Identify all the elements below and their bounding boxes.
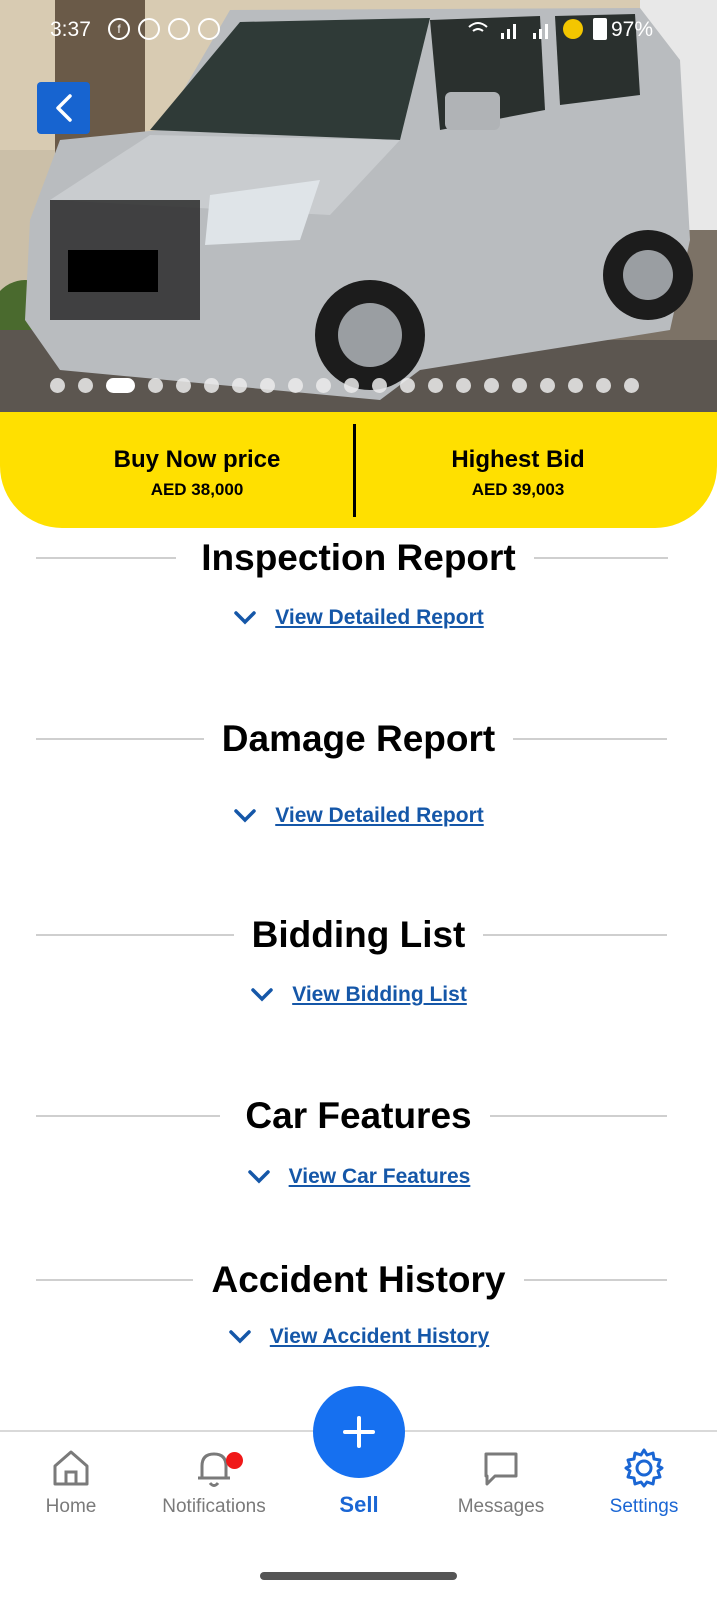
chevron-left-icon	[55, 94, 72, 122]
car-photo-carousel[interactable]: 3:37 f 97%	[0, 0, 717, 420]
view-accident-history-link[interactable]: View Accident History	[270, 1325, 489, 1349]
carousel-dot[interactable]	[428, 378, 443, 393]
divider-line	[505, 1279, 667, 1281]
highest-bid-value: AED 39,003	[471, 480, 565, 499]
system-icons	[467, 18, 607, 40]
divider-line	[36, 1115, 220, 1117]
plus-icon	[343, 1416, 375, 1448]
car-photo	[0, 0, 717, 420]
carousel-dot[interactable]	[232, 378, 247, 393]
carousel-dot[interactable]	[568, 378, 583, 393]
home-indicator[interactable]	[260, 1572, 457, 1580]
nav-notifications[interactable]: Notifications	[144, 1446, 284, 1518]
back-button[interactable]	[37, 82, 90, 134]
chevron-down-icon	[234, 809, 256, 823]
carousel-dot[interactable]	[456, 378, 471, 393]
status-bar: 3:37 f 97%	[0, 14, 717, 46]
divider-line	[36, 738, 208, 740]
chevron-down-icon	[229, 1330, 251, 1344]
divider-line	[36, 1279, 199, 1281]
sell-button[interactable]	[313, 1386, 405, 1478]
section-title: Damage Report	[203, 716, 514, 762]
battery-icon	[593, 18, 607, 40]
carousel-dot[interactable]	[512, 378, 527, 393]
nav-notifications-label: Notifications	[162, 1496, 266, 1517]
nav-messages-label: Messages	[457, 1496, 545, 1517]
carousel-dot[interactable]	[624, 378, 639, 393]
view-car-features-toggle[interactable]: View Car Features	[0, 1165, 717, 1189]
battery-percent: 97%	[610, 18, 653, 41]
tiktok-icon	[198, 18, 220, 40]
instagram-icon	[138, 18, 160, 40]
carousel-dot[interactable]	[176, 378, 191, 393]
carousel-dot[interactable]	[204, 378, 219, 393]
price-banner: Buy Now price AED 38,000 Highest Bid AED…	[0, 412, 717, 528]
nav-home-label: Home	[45, 1496, 97, 1517]
signal-icon	[501, 24, 516, 39]
carousel-dots	[50, 378, 639, 393]
buy-now-value: AED 38,000	[150, 480, 244, 499]
inspection-report-section: Inspection Report View Detailed Report	[0, 535, 717, 630]
view-accident-history-toggle[interactable]: View Accident History	[0, 1325, 717, 1349]
message-icon	[484, 1452, 518, 1486]
carousel-dot[interactable]	[260, 378, 275, 393]
bidding-list-section: Bidding List View Bidding List	[0, 912, 717, 1007]
sell-label[interactable]: Sell	[310, 1492, 408, 1518]
divider-line	[36, 934, 238, 936]
carousel-dot-active[interactable]	[106, 378, 135, 393]
view-detailed-report-toggle[interactable]: View Detailed Report	[0, 606, 717, 630]
carousel-dot[interactable]	[400, 378, 415, 393]
carousel-dot[interactable]	[148, 378, 163, 393]
carousel-dot[interactable]	[344, 378, 359, 393]
divider-line	[484, 1115, 667, 1117]
nav-home[interactable]: Home	[1, 1446, 141, 1518]
highest-bid: Highest Bid AED 39,003	[343, 446, 693, 500]
nav-settings[interactable]: Settings	[574, 1446, 714, 1518]
signal-icon-2	[533, 24, 548, 39]
view-bidding-list-toggle[interactable]: View Bidding List	[0, 983, 717, 1007]
section-title: Car Features	[227, 1093, 490, 1139]
wifi-icon	[468, 22, 488, 32]
carousel-dot[interactable]	[78, 378, 93, 393]
divider-line	[528, 557, 668, 559]
buy-now-price: Buy Now price AED 38,000	[22, 446, 372, 500]
power-saving-icon	[563, 19, 583, 39]
nav-settings-label: Settings	[609, 1496, 679, 1517]
buy-now-label: Buy Now price	[113, 446, 281, 473]
section-title: Bidding List	[233, 912, 484, 958]
nav-messages[interactable]: Messages	[431, 1446, 571, 1518]
divider-line	[36, 557, 176, 559]
divider-line	[495, 738, 667, 740]
status-time: 3:37	[50, 18, 91, 41]
carousel-dot[interactable]	[50, 378, 65, 393]
carousel-dot[interactable]	[372, 378, 387, 393]
damage-report-section: Damage Report View Detailed Report	[0, 716, 717, 828]
view-detailed-report-link[interactable]: View Detailed Report	[275, 606, 484, 630]
carousel-dot[interactable]	[596, 378, 611, 393]
messenger-icon	[168, 18, 190, 40]
car-features-section: Car Features View Car Features	[0, 1093, 717, 1189]
chevron-down-icon	[251, 988, 273, 1002]
accident-history-section: Accident History View Accident History	[0, 1257, 717, 1349]
home-icon	[53, 1450, 89, 1486]
carousel-dot[interactable]	[484, 378, 499, 393]
view-detailed-report-link[interactable]: View Detailed Report	[275, 804, 484, 828]
facebook-icon: f	[108, 18, 130, 40]
chevron-down-icon	[247, 1170, 270, 1184]
section-title: Inspection Report	[183, 535, 534, 581]
notification-badge	[226, 1452, 243, 1469]
carousel-dot[interactable]	[288, 378, 303, 393]
view-car-features-link[interactable]: View Car Features	[289, 1165, 471, 1189]
gear-icon	[624, 1448, 664, 1488]
divider-line	[466, 934, 667, 936]
section-title: Accident History	[193, 1257, 524, 1303]
notification-icons: f	[108, 18, 220, 40]
highest-bid-label: Highest Bid	[451, 446, 585, 473]
carousel-dot[interactable]	[540, 378, 555, 393]
view-damage-report-toggle[interactable]: View Detailed Report	[0, 804, 717, 828]
chevron-down-icon	[234, 611, 256, 625]
carousel-dot[interactable]	[316, 378, 331, 393]
view-bidding-list-link[interactable]: View Bidding List	[292, 983, 467, 1007]
